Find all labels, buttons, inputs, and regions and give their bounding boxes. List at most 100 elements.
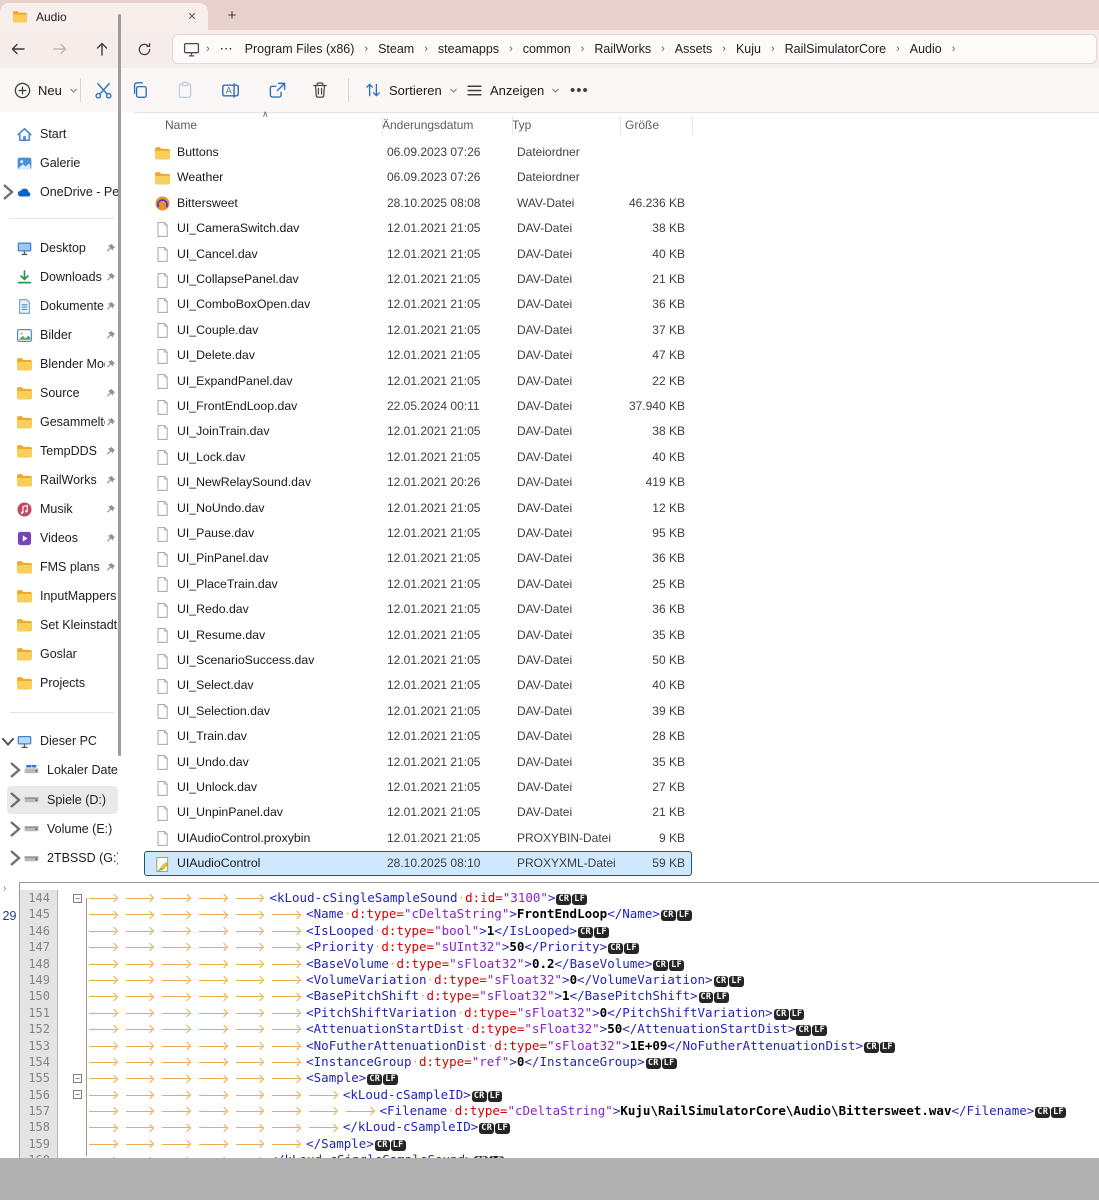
sidebar-item-galerie[interactable]: Galerie (0, 149, 118, 177)
file-row[interactable]: UI_CameraSwitch.dav12.01.2021 21:05DAV-D… (144, 216, 692, 241)
share-button[interactable] (260, 76, 295, 104)
file-row[interactable]: UI_Cancel.dav12.01.2021 21:05DAV-Datei40… (144, 242, 692, 267)
file-row[interactable]: Weather06.09.2023 07:26Dateiordner (144, 165, 692, 190)
fold-margin[interactable] (70, 956, 86, 972)
code-text[interactable]: <IsLooped·d:type="bool">1</IsLooped>CRLF (86, 923, 1099, 939)
fold-margin[interactable] (70, 972, 86, 988)
sidebar-item-volume-e-[interactable]: Volume (E:) (7, 815, 118, 843)
file-row[interactable]: UI_PlaceTrain.dav12.01.2021 21:05DAV-Dat… (144, 572, 692, 597)
bookmark-margin[interactable] (58, 1038, 70, 1054)
file-row[interactable]: UIAudioControl.proxybin12.01.2021 21:05P… (144, 826, 692, 851)
file-row[interactable]: UI_Lock.dav12.01.2021 21:05DAV-Datei40 K… (144, 445, 692, 470)
sidebar-item-dokumente[interactable]: Dokumente (0, 292, 118, 320)
chevron-right-icon[interactable] (7, 819, 23, 839)
fold-collapse-box[interactable]: − (73, 894, 82, 903)
breadcrumb-item[interactable]: Audio (904, 39, 948, 59)
sidebar-item-spiele-d-[interactable]: Spiele (D:) (7, 786, 118, 814)
bookmark-margin[interactable] (58, 1136, 70, 1152)
code-text[interactable]: <PitchShiftVariation·d:type="sFloat32">0… (86, 1005, 1099, 1021)
rename-button[interactable]: A (213, 76, 248, 104)
more-options-button[interactable]: ••• (562, 76, 597, 104)
file-row[interactable]: UI_JoinTrain.dav12.01.2021 21:05DAV-Date… (144, 419, 692, 444)
sidebar-item-musik[interactable]: Musik (0, 495, 118, 523)
refresh-button[interactable] (132, 37, 156, 61)
file-row[interactable]: Bittersweet28.10.2025 08:08WAV-Datei46.2… (144, 191, 692, 216)
breadcrumb-ellipsis[interactable]: ⋯ (214, 41, 239, 57)
fold-margin[interactable] (70, 1038, 86, 1054)
file-row[interactable]: UI_Unlock.dav12.01.2021 21:05DAV-Datei27… (144, 775, 692, 800)
code-text[interactable]: <Priority·d:type="sUInt32">50</Priority>… (86, 939, 1099, 955)
fold-margin[interactable] (70, 923, 86, 939)
bookmark-margin[interactable] (58, 1054, 70, 1070)
breadcrumb-item[interactable]: Assets (669, 39, 719, 59)
explorer-tab-audio[interactable]: Audio ✕ (0, 3, 208, 30)
sidebar-item-tempdds[interactable]: TempDDS (0, 437, 118, 465)
bookmark-margin[interactable] (58, 923, 70, 939)
fold-collapse-box[interactable]: − (73, 1090, 82, 1099)
cut-button[interactable] (86, 76, 121, 104)
sidebar-expand-chevron-fragment[interactable]: › (3, 883, 6, 894)
bookmark-margin[interactable] (58, 890, 70, 906)
file-row[interactable]: UI_Selection.dav12.01.2021 21:05DAV-Date… (144, 699, 692, 724)
fold-margin[interactable]: − (70, 1087, 86, 1103)
code-text[interactable]: <kLoud-cSingleSampleSound·d:id="3100">CR… (86, 890, 1099, 906)
breadcrumb-item[interactable]: Kuju (730, 39, 767, 59)
column-separator[interactable] (620, 116, 621, 135)
code-text[interactable]: <VolumeVariation·d:type="sFloat32">0</Vo… (86, 972, 1099, 988)
chevron-down-icon[interactable] (0, 735, 16, 748)
code-text[interactable]: </kLoud-cSampleID>CRLF (86, 1119, 1099, 1135)
file-row[interactable]: UI_Redo.dav12.01.2021 21:05DAV-Datei36 K… (144, 597, 692, 622)
up-button[interactable] (90, 37, 114, 61)
file-row[interactable]: Buttons06.09.2023 07:26Dateiordner (144, 140, 692, 165)
bookmark-margin[interactable] (58, 1021, 70, 1037)
fold-margin[interactable] (70, 1021, 86, 1037)
bookmark-margin[interactable] (58, 972, 70, 988)
bookmark-margin[interactable] (58, 956, 70, 972)
code-text[interactable]: <NoFutherAttenuationDist·d:type="sFloat3… (86, 1038, 1099, 1054)
sidebar-item-gesammelte-[interactable]: Gesammelte: (0, 408, 118, 436)
bookmark-margin[interactable] (58, 906, 70, 922)
column-header-größe[interactable]: Größe (625, 118, 659, 132)
chevron-right-icon[interactable] (7, 848, 23, 868)
column-separator[interactable] (692, 116, 693, 135)
code-text[interactable]: <InstanceGroup·d:type="ref">0</InstanceG… (86, 1054, 1099, 1070)
code-text[interactable]: <kLoud-cSampleID>CRLF (86, 1087, 1099, 1103)
file-row[interactable]: UI_Resume.dav12.01.2021 21:05DAV-Datei35… (144, 623, 692, 648)
file-row[interactable]: UI_Select.dav12.01.2021 21:05DAV-Datei40… (144, 673, 692, 698)
file-row[interactable]: UI_ScenarioSuccess.dav12.01.2021 21:05DA… (144, 648, 692, 673)
file-row[interactable]: UI_NoUndo.dav12.01.2021 21:05DAV-Datei12… (144, 496, 692, 521)
sidebar-item-goslar[interactable]: Goslar (0, 640, 118, 668)
fold-margin[interactable]: − (70, 1070, 86, 1086)
breadcrumb-item[interactable]: steamapps (432, 39, 505, 59)
sidebar-item-inputmappers[interactable]: InputMappers (0, 582, 118, 610)
new-button[interactable]: Neu (6, 76, 86, 104)
notepad-editor[interactable]: 144−<kLoud-cSingleSampleSound·d:id="3100… (19, 882, 1099, 1159)
sidebar-item-bilder[interactable]: Bilder (0, 321, 118, 349)
sidebar-item-lokaler-datent[interactable]: Lokaler Datent (7, 756, 118, 784)
sidebar-scrollbar[interactable] (118, 14, 121, 756)
file-row[interactable]: UIAudioControl28.10.2025 08:10PROXYXML-D… (144, 851, 692, 876)
fold-margin[interactable] (70, 1136, 86, 1152)
fold-margin[interactable] (70, 988, 86, 1004)
column-separator[interactable] (382, 116, 383, 135)
column-header-änderungsdatum[interactable]: Änderungsdatum (382, 118, 473, 132)
fold-collapse-box[interactable]: − (73, 1074, 82, 1083)
code-text[interactable]: <Name·d:type="cDeltaString">FrontEndLoop… (86, 906, 1099, 922)
new-tab-button[interactable]: + (222, 6, 242, 26)
view-button[interactable]: Anzeigen (458, 76, 568, 104)
file-row[interactable]: UI_ExpandPanel.dav12.01.2021 21:05DAV-Da… (144, 369, 692, 394)
bookmark-margin[interactable] (58, 988, 70, 1004)
sidebar-item-fms-plans[interactable]: FMS plans (0, 553, 118, 581)
chevron-right-icon[interactable] (7, 760, 23, 780)
file-row[interactable]: UI_Undo.dav12.01.2021 21:05DAV-Datei35 K… (144, 750, 692, 775)
sidebar-item-set-kleinstadt-60[interactable]: Set Kleinstadt 60 (0, 611, 118, 639)
code-text[interactable]: <AttenuationStartDist·d:type="sFloat32">… (86, 1021, 1099, 1037)
back-button[interactable] (6, 37, 30, 61)
sidebar-item-blender-mod[interactable]: Blender Mod (0, 350, 118, 378)
sidebar-item-desktop[interactable]: Desktop (0, 234, 118, 262)
code-text[interactable]: </Sample>CRLF (86, 1136, 1099, 1152)
fold-margin[interactable] (70, 906, 86, 922)
column-header-name[interactable]: Name (165, 118, 197, 132)
bookmark-margin[interactable] (58, 1119, 70, 1135)
breadcrumb-item[interactable]: Steam (372, 39, 420, 59)
